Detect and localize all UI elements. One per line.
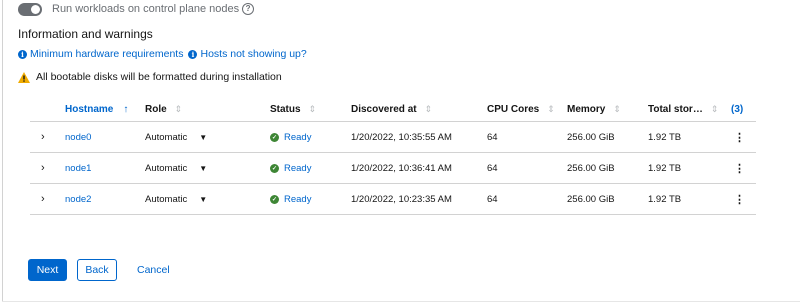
discovered-at-cell: 1/20/2022, 10:23:35 AM [351, 183, 487, 215]
sort-icon: ⇕ [174, 103, 183, 114]
column-header-cpu-cores[interactable]: CPU Cores ⇕ [487, 97, 567, 122]
sort-icon: ⇕ [308, 103, 317, 114]
role-dropdown[interactable]: Automatic ▼ [145, 163, 207, 174]
back-button[interactable]: Back [77, 259, 117, 281]
sort-icon: ⇕ [613, 103, 621, 114]
status-ready[interactable]: ✓ Ready [270, 132, 311, 143]
column-header-total-storage[interactable]: Total stor… ⇕ [648, 97, 731, 122]
host-link[interactable]: node2 [65, 194, 91, 205]
cpu-cores-cell: 64 [487, 121, 567, 153]
memory-cell: 256.00 GiB [567, 183, 648, 215]
status-ready[interactable]: ✓ Ready [270, 194, 311, 205]
expand-column-header [30, 97, 65, 122]
info-section-title: Information and warnings [18, 27, 153, 41]
question-circle-icon[interactable]: ? [242, 3, 255, 15]
hosts-not-showing-link-label: Hosts not showing up? [200, 48, 307, 60]
control-plane-switch[interactable] [18, 2, 42, 16]
chevron-right-icon[interactable]: › [30, 193, 45, 205]
caret-down-icon: ▼ [199, 163, 208, 173]
column-header-status[interactable]: Status ⇕ [270, 97, 351, 122]
control-plane-toggle-row: Run workloads on control plane nodes ? [18, 1, 255, 17]
cpu-cores-cell: 64 [487, 183, 567, 215]
storage-cell: 1.92 TB [648, 183, 731, 215]
sort-ascending-icon: ↑ [123, 103, 129, 115]
column-header-discovered-at[interactable]: Discovered at ⇕ [351, 97, 487, 122]
info-links: i Minimum hardware requirements i Hosts … [18, 48, 312, 60]
chevron-right-icon[interactable]: › [30, 131, 45, 143]
status-ready[interactable]: ✓ Ready [270, 163, 311, 174]
info-circle-icon: i [188, 49, 198, 59]
check-circle-icon: ✓ [270, 164, 279, 173]
sort-icon: ⇕ [547, 103, 555, 114]
warning-text: All bootable disks will be formatted dur… [36, 71, 282, 83]
next-button[interactable]: Next [28, 259, 67, 281]
column-count[interactable]: (3) [731, 97, 756, 122]
chevron-right-icon[interactable]: › [30, 162, 45, 174]
kebab-icon[interactable]: ⋮ [731, 132, 745, 144]
check-circle-icon: ✓ [270, 133, 279, 142]
storage-cell: 1.92 TB [648, 152, 731, 184]
caret-down-icon: ▼ [199, 194, 208, 204]
cpu-cores-cell: 64 [487, 152, 567, 184]
host-link[interactable]: node0 [65, 132, 91, 143]
min-hardware-link-label: Minimum hardware requirements [30, 48, 184, 60]
min-hardware-link[interactable]: i Minimum hardware requirements [18, 48, 183, 60]
host-link[interactable]: node1 [65, 163, 91, 174]
storage-cell: 1.92 TB [648, 121, 731, 153]
warning-triangle-icon [18, 71, 30, 83]
column-header-hostname[interactable]: Hostname ↑ [65, 97, 145, 122]
sort-icon: ⇕ [710, 103, 719, 114]
table-row: › node2 Automatic ▼ ✓ Ready 1/20/2022, 10:… [30, 183, 756, 215]
table-header-row: Hostname ↑ Role ⇕ Status ⇕ Discovered at ⇕ C… [30, 97, 756, 122]
role-dropdown[interactable]: Automatic ▼ [145, 132, 207, 143]
hosts-not-showing-link[interactable]: i Hosts not showing up? [188, 48, 307, 60]
discovered-at-cell: 1/20/2022, 10:36:41 AM [351, 152, 487, 184]
role-dropdown[interactable]: Automatic ▼ [145, 194, 207, 205]
left-border [2, 0, 3, 302]
discovered-at-cell: 1/20/2022, 10:35:55 AM [351, 121, 487, 153]
sort-icon: ⇕ [424, 103, 433, 114]
memory-cell: 256.00 GiB [567, 152, 648, 184]
kebab-icon[interactable]: ⋮ [731, 194, 745, 206]
cancel-button[interactable]: Cancel [127, 259, 180, 281]
kebab-icon[interactable]: ⋮ [731, 163, 745, 175]
hosts-table: Hostname ↑ Role ⇕ Status ⇕ Discovered at ⇕ C… [30, 97, 756, 215]
table-row: › node1 Automatic ▼ ✓ Ready 1/20/2022, 10:… [30, 152, 756, 184]
memory-cell: 256.00 GiB [567, 121, 648, 153]
wizard-footer: Next Back Cancel [28, 259, 180, 281]
column-header-role[interactable]: Role ⇕ [145, 97, 270, 122]
caret-down-icon: ▼ [199, 132, 208, 142]
disk-format-warning: All bootable disks will be formatted dur… [18, 71, 282, 83]
check-circle-icon: ✓ [270, 195, 279, 204]
column-header-memory[interactable]: Memory ⇕ [567, 97, 648, 122]
info-circle-icon: i [18, 49, 27, 59]
control-plane-toggle-label: Run workloads on control plane nodes [52, 3, 240, 15]
table-row: › node0 Automatic ▼ ✓ Ready 1/20/2022, 10:… [30, 121, 756, 153]
